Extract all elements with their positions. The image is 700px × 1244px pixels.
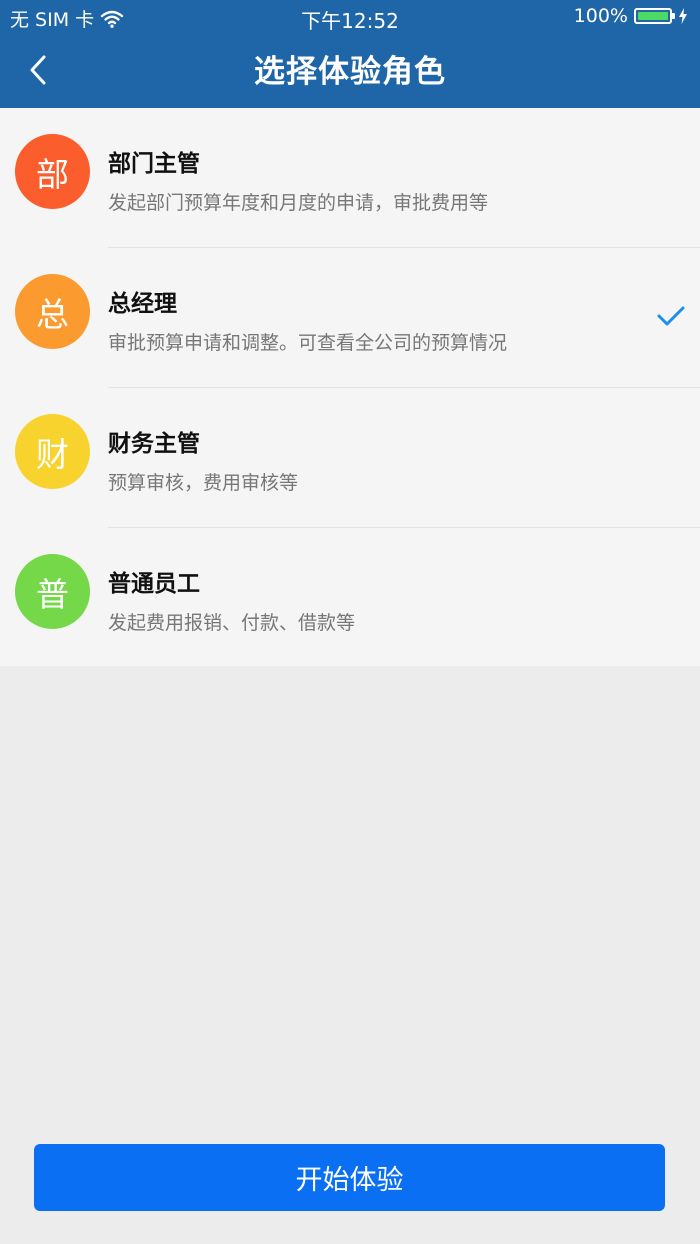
role-avatar: 财 bbox=[15, 414, 90, 489]
role-avatar: 总 bbox=[15, 274, 90, 349]
role-title: 普通员工 bbox=[108, 571, 200, 597]
role-item-finance-manager[interactable]: 财 财务主管 预算审核，费用审核等 bbox=[0, 388, 700, 528]
role-description: 预算审核，费用审核等 bbox=[108, 472, 299, 494]
role-item-department-manager[interactable]: 部 部门主管 发起部门预算年度和月度的申请，审批费用等 bbox=[0, 108, 700, 248]
charging-bolt-icon bbox=[679, 8, 687, 24]
role-avatar: 普 bbox=[15, 554, 90, 629]
role-description: 审批预算申请和调整。可查看全公司的预算情况 bbox=[108, 332, 508, 354]
battery-icon bbox=[634, 8, 675, 24]
role-item-general-manager[interactable]: 总 总经理 审批预算申请和调整。可查看全公司的预算情况 bbox=[0, 248, 700, 388]
role-title: 总经理 bbox=[108, 291, 177, 317]
start-experience-button[interactable]: 开始体验 bbox=[34, 1144, 665, 1211]
role-title: 部门主管 bbox=[108, 151, 200, 177]
role-item-regular-employee[interactable]: 普 普通员工 发起费用报销、付款、借款等 bbox=[0, 528, 700, 668]
status-right: 100% bbox=[574, 5, 688, 27]
role-description: 发起部门预算年度和月度的申请，审批费用等 bbox=[108, 192, 489, 214]
role-list: 部 部门主管 发起部门预算年度和月度的申请，审批费用等 总 总经理 审批预算申请… bbox=[0, 108, 700, 666]
role-description: 发起费用报销、付款、借款等 bbox=[108, 612, 356, 634]
role-avatar: 部 bbox=[15, 134, 90, 209]
checkmark-icon bbox=[657, 306, 685, 326]
role-title: 财务主管 bbox=[108, 431, 200, 457]
page-title: 选择体验角色 bbox=[254, 54, 446, 90]
status-bar: 无 SIM 卡 下午12:52 100% bbox=[0, 0, 700, 34]
nav-header: 无 SIM 卡 下午12:52 100% 选择体验角色 bbox=[0, 0, 700, 108]
battery-percent: 100% bbox=[573, 5, 628, 27]
